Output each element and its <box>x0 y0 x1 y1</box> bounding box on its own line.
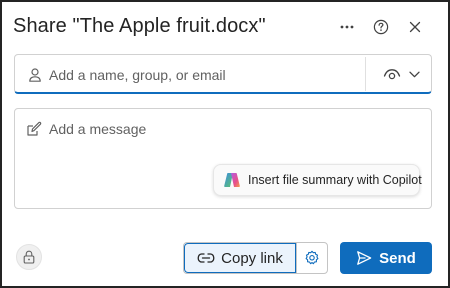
insert-summary-copilot-button[interactable]: Insert file summary with Copilot <box>213 164 422 196</box>
more-options-button[interactable] <box>334 14 360 40</box>
person-icon <box>27 67 43 83</box>
more-horizontal-icon <box>340 25 354 29</box>
chevron-down-icon <box>408 71 420 78</box>
copy-link-label: Copy link <box>221 249 283 267</box>
copilot-icon <box>223 171 241 189</box>
permission-dropdown-button[interactable] <box>373 60 429 88</box>
copilot-button-label: Insert file summary with Copilot <box>248 173 422 187</box>
people-picker-divider <box>365 57 366 91</box>
gear-icon <box>304 250 320 266</box>
copy-link-button[interactable]: Copy link <box>184 243 296 273</box>
link-settings-button[interactable] <box>296 243 327 273</box>
compose-icon <box>26 121 42 137</box>
send-icon <box>356 250 372 266</box>
dismiss-icon <box>409 21 421 33</box>
dialog-title: Share "The Apple fruit.docx" <box>13 15 266 37</box>
people-picker <box>14 54 432 94</box>
copy-link-group: Copy link <box>183 242 328 274</box>
close-button[interactable] <box>402 14 428 40</box>
question-circle-icon <box>373 19 389 35</box>
send-button[interactable]: Send <box>340 242 432 274</box>
message-input[interactable] <box>49 119 419 139</box>
eye-icon <box>383 67 401 81</box>
link-icon <box>197 252 215 264</box>
help-button[interactable] <box>368 14 394 40</box>
people-input[interactable] <box>49 65 359 85</box>
send-label: Send <box>379 249 416 267</box>
link-settings-lock-button[interactable] <box>16 244 42 270</box>
share-dialog: Share "The Apple fruit.docx" Add a name,… <box>0 0 450 288</box>
message-box: Insert file summary with Copilot <box>14 108 432 209</box>
lock-icon <box>23 250 35 264</box>
